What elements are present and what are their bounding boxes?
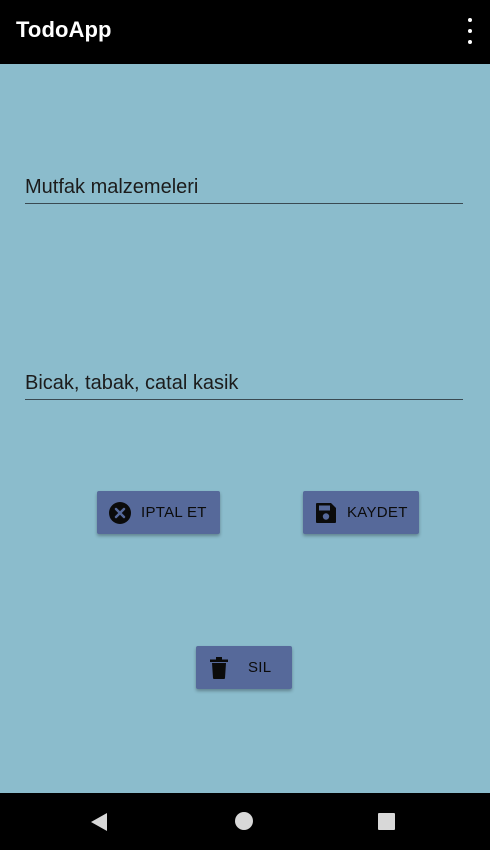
system-nav-bar — [0, 793, 490, 850]
app-title: TodoApp — [16, 17, 112, 42]
floppy-disk-icon — [315, 502, 337, 524]
home-circle-icon[interactable] — [235, 812, 253, 830]
save-button[interactable]: KAYDET — [303, 491, 419, 534]
back-triangle-icon[interactable] — [90, 812, 108, 837]
detail-input[interactable] — [25, 372, 463, 399]
delete-button[interactable]: SIL — [196, 646, 292, 689]
more-vert-icon[interactable] — [464, 18, 476, 44]
save-button-label: KAYDET — [347, 504, 408, 521]
app-bar: TodoApp — [0, 0, 490, 64]
cancel-button[interactable]: IPTAL ET — [97, 491, 220, 534]
title-input[interactable] — [25, 176, 463, 203]
recents-square-icon[interactable] — [378, 813, 395, 830]
delete-button-label: SIL — [248, 659, 272, 676]
trash-icon — [210, 656, 228, 679]
cancel-button-label: IPTAL ET — [141, 504, 207, 521]
detail-field[interactable] — [25, 372, 463, 400]
cancel-circle-icon — [108, 501, 132, 525]
title-field[interactable] — [25, 176, 463, 204]
